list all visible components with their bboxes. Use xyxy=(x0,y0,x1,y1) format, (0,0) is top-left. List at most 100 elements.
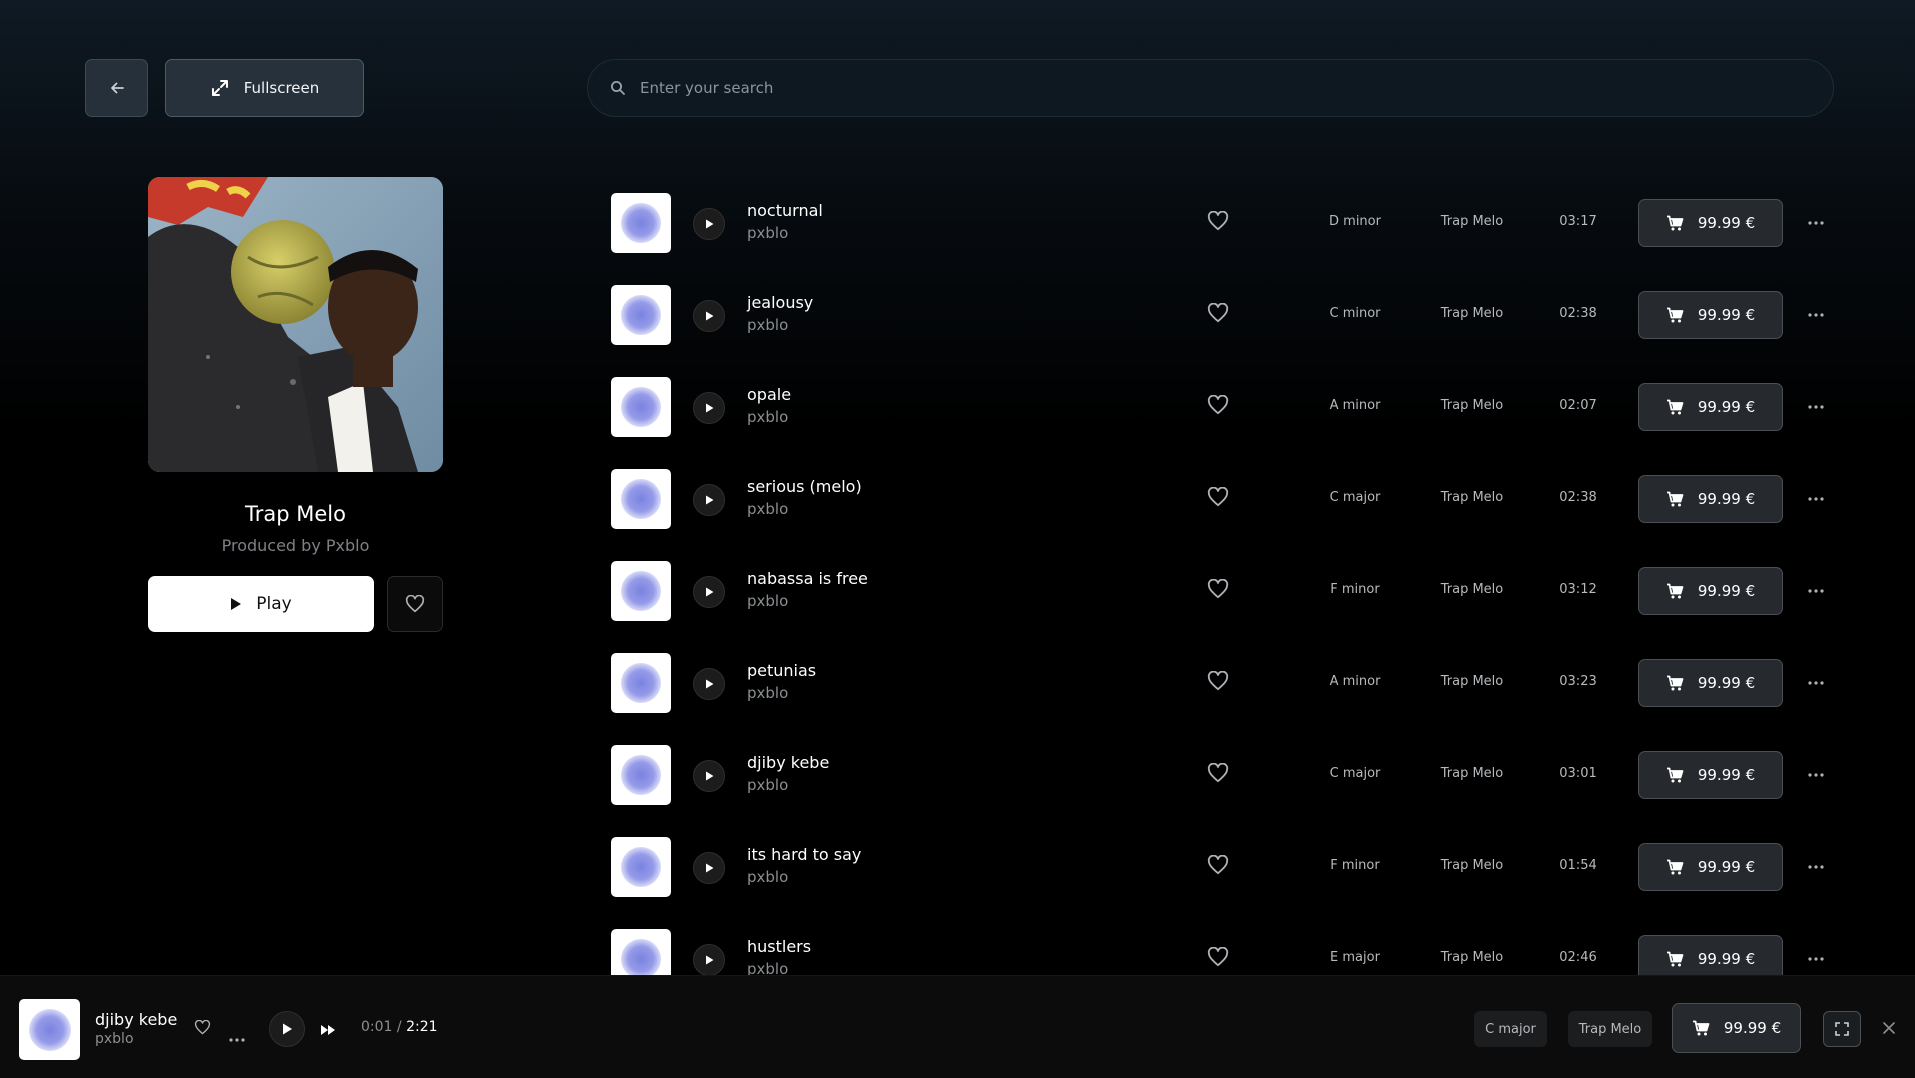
track-more-button[interactable] xyxy=(1805,307,1827,323)
track-title[interactable]: its hard to say xyxy=(747,845,861,864)
track-more-button[interactable] xyxy=(1805,583,1827,599)
search-bar[interactable] xyxy=(587,59,1834,117)
back-button[interactable] xyxy=(85,59,148,117)
track-play-button[interactable] xyxy=(693,208,725,240)
track-title[interactable]: serious (melo) xyxy=(747,477,862,496)
track-like-button[interactable] xyxy=(1207,578,1229,603)
track-genre: Trap Melo xyxy=(1440,674,1504,689)
track-title[interactable]: hustlers xyxy=(747,937,811,956)
track-like-button[interactable] xyxy=(1207,854,1229,879)
track-row[interactable]: its hard to say pxblo F minor Trap Melo 01:5… xyxy=(587,821,1847,913)
player-play-button[interactable] xyxy=(269,1011,305,1047)
track-play-button[interactable] xyxy=(693,300,725,332)
fullscreen-button[interactable]: Fullscreen xyxy=(165,59,364,117)
track-buy-button[interactable]: 99.99 € xyxy=(1638,383,1783,431)
track-artist[interactable]: pxblo xyxy=(747,500,788,518)
search-input[interactable] xyxy=(638,78,1792,98)
track-artist[interactable]: pxblo xyxy=(747,684,788,702)
more-horizontal-icon xyxy=(1808,957,1824,961)
track-artist[interactable]: pxblo xyxy=(747,224,788,242)
track-title[interactable]: nabassa is free xyxy=(747,569,868,588)
track-buy-button[interactable]: 99.99 € xyxy=(1638,659,1783,707)
track-row[interactable]: hustlers pxblo E major Trap Melo 02:46 99.99 … xyxy=(587,913,1847,975)
player-track-title: djiby kebe xyxy=(95,1010,178,1029)
track-play-button[interactable] xyxy=(693,760,725,792)
player-close-button[interactable] xyxy=(1882,1020,1896,1039)
track-like-button[interactable] xyxy=(1207,946,1229,971)
track-like-button[interactable] xyxy=(1207,670,1229,695)
track-row[interactable]: petunias pxblo A minor Trap Melo 03:23 99.99 … xyxy=(587,637,1847,729)
track-title[interactable]: jealousy xyxy=(747,293,813,312)
like-album-button[interactable] xyxy=(387,576,443,632)
track-buy-button[interactable]: 99.99 € xyxy=(1638,935,1783,975)
track-more-button[interactable] xyxy=(1805,399,1827,415)
track-more-button[interactable] xyxy=(1805,951,1827,967)
track-artist[interactable]: pxblo xyxy=(747,960,788,975)
track-key: F minor xyxy=(1330,858,1380,873)
track-row[interactable]: jealousy pxblo C minor Trap Melo 02:38 99.99 … xyxy=(587,269,1847,361)
track-artist[interactable]: pxblo xyxy=(747,868,788,886)
track-play-button[interactable] xyxy=(693,484,725,516)
player-next-button[interactable] xyxy=(320,1021,336,1040)
track-row[interactable]: opale pxblo A minor Trap Melo 02:07 99.99 € xyxy=(587,361,1847,453)
track-like-button[interactable] xyxy=(1207,486,1229,511)
track-row[interactable]: serious (melo) pxblo C major Trap Melo 02:38… xyxy=(587,453,1847,545)
more-horizontal-icon xyxy=(1808,221,1824,225)
play-icon xyxy=(705,219,713,229)
track-genre: Trap Melo xyxy=(1440,214,1504,229)
cart-icon xyxy=(1666,583,1684,599)
track-buy-button[interactable]: 99.99 € xyxy=(1638,751,1783,799)
track-like-button[interactable] xyxy=(1207,302,1229,327)
track-artist[interactable]: pxblo xyxy=(747,776,788,794)
track-title[interactable]: djiby kebe xyxy=(747,753,829,772)
player-like-button[interactable] xyxy=(194,1019,211,1039)
track-play-button[interactable] xyxy=(693,668,725,700)
track-buy-button[interactable]: 99.99 € xyxy=(1638,475,1783,523)
track-buy-button[interactable]: 99.99 € xyxy=(1638,199,1783,247)
track-row[interactable]: nabassa is free pxblo F minor Trap Melo 03:1… xyxy=(587,545,1847,637)
track-play-button[interactable] xyxy=(693,576,725,608)
fast-forward-icon xyxy=(321,1025,335,1035)
player-buy-button[interactable]: 99.99 € xyxy=(1672,1003,1801,1053)
track-thumbnail xyxy=(611,745,671,805)
track-genre: Trap Melo xyxy=(1440,858,1504,873)
track-duration: 01:54 xyxy=(1559,858,1597,873)
track-duration: 02:46 xyxy=(1559,950,1597,965)
track-more-button[interactable] xyxy=(1805,215,1827,231)
track-artist[interactable]: pxblo xyxy=(747,592,788,610)
track-genre: Trap Melo xyxy=(1440,490,1504,505)
track-title[interactable]: opale xyxy=(747,385,791,404)
track-buy-button[interactable]: 99.99 € xyxy=(1638,843,1783,891)
player-fullscreen-button[interactable] xyxy=(1823,1011,1861,1047)
track-more-button[interactable] xyxy=(1805,767,1827,783)
track-like-button[interactable] xyxy=(1207,210,1229,235)
track-more-button[interactable] xyxy=(1805,491,1827,507)
track-like-button[interactable] xyxy=(1207,394,1229,419)
play-album-button[interactable]: Play xyxy=(148,576,374,632)
track-artist[interactable]: pxblo xyxy=(747,408,788,426)
cart-icon xyxy=(1666,307,1684,323)
heart-icon xyxy=(1207,394,1229,415)
track-artist[interactable]: pxblo xyxy=(747,316,788,334)
track-play-button[interactable] xyxy=(693,944,725,975)
track-key: A minor xyxy=(1329,674,1381,689)
track-row[interactable]: djiby kebe pxblo C major Trap Melo 03:01 99.9… xyxy=(587,729,1847,821)
track-price: 99.99 € xyxy=(1697,674,1756,692)
track-more-button[interactable] xyxy=(1805,675,1827,691)
track-row[interactable]: nocturnal pxblo D minor Trap Melo 03:17 99.99… xyxy=(587,177,1847,269)
track-like-button[interactable] xyxy=(1207,762,1229,787)
track-buy-button[interactable]: 99.99 € xyxy=(1638,567,1783,615)
track-play-button[interactable] xyxy=(693,392,725,424)
track-key: F minor xyxy=(1330,582,1380,597)
player-key-tag[interactable]: C major xyxy=(1474,1011,1547,1047)
track-genre: Trap Melo xyxy=(1440,306,1504,321)
track-title[interactable]: petunias xyxy=(747,661,816,680)
track-more-button[interactable] xyxy=(1805,859,1827,875)
track-buy-button[interactable]: 99.99 € xyxy=(1638,291,1783,339)
player-more-button[interactable] xyxy=(229,1027,245,1046)
fullscreen-icon xyxy=(1835,1022,1849,1036)
cart-icon xyxy=(1666,399,1684,415)
player-genre-tag[interactable]: Trap Melo xyxy=(1568,1011,1652,1047)
track-title[interactable]: nocturnal xyxy=(747,201,823,220)
track-play-button[interactable] xyxy=(693,852,725,884)
